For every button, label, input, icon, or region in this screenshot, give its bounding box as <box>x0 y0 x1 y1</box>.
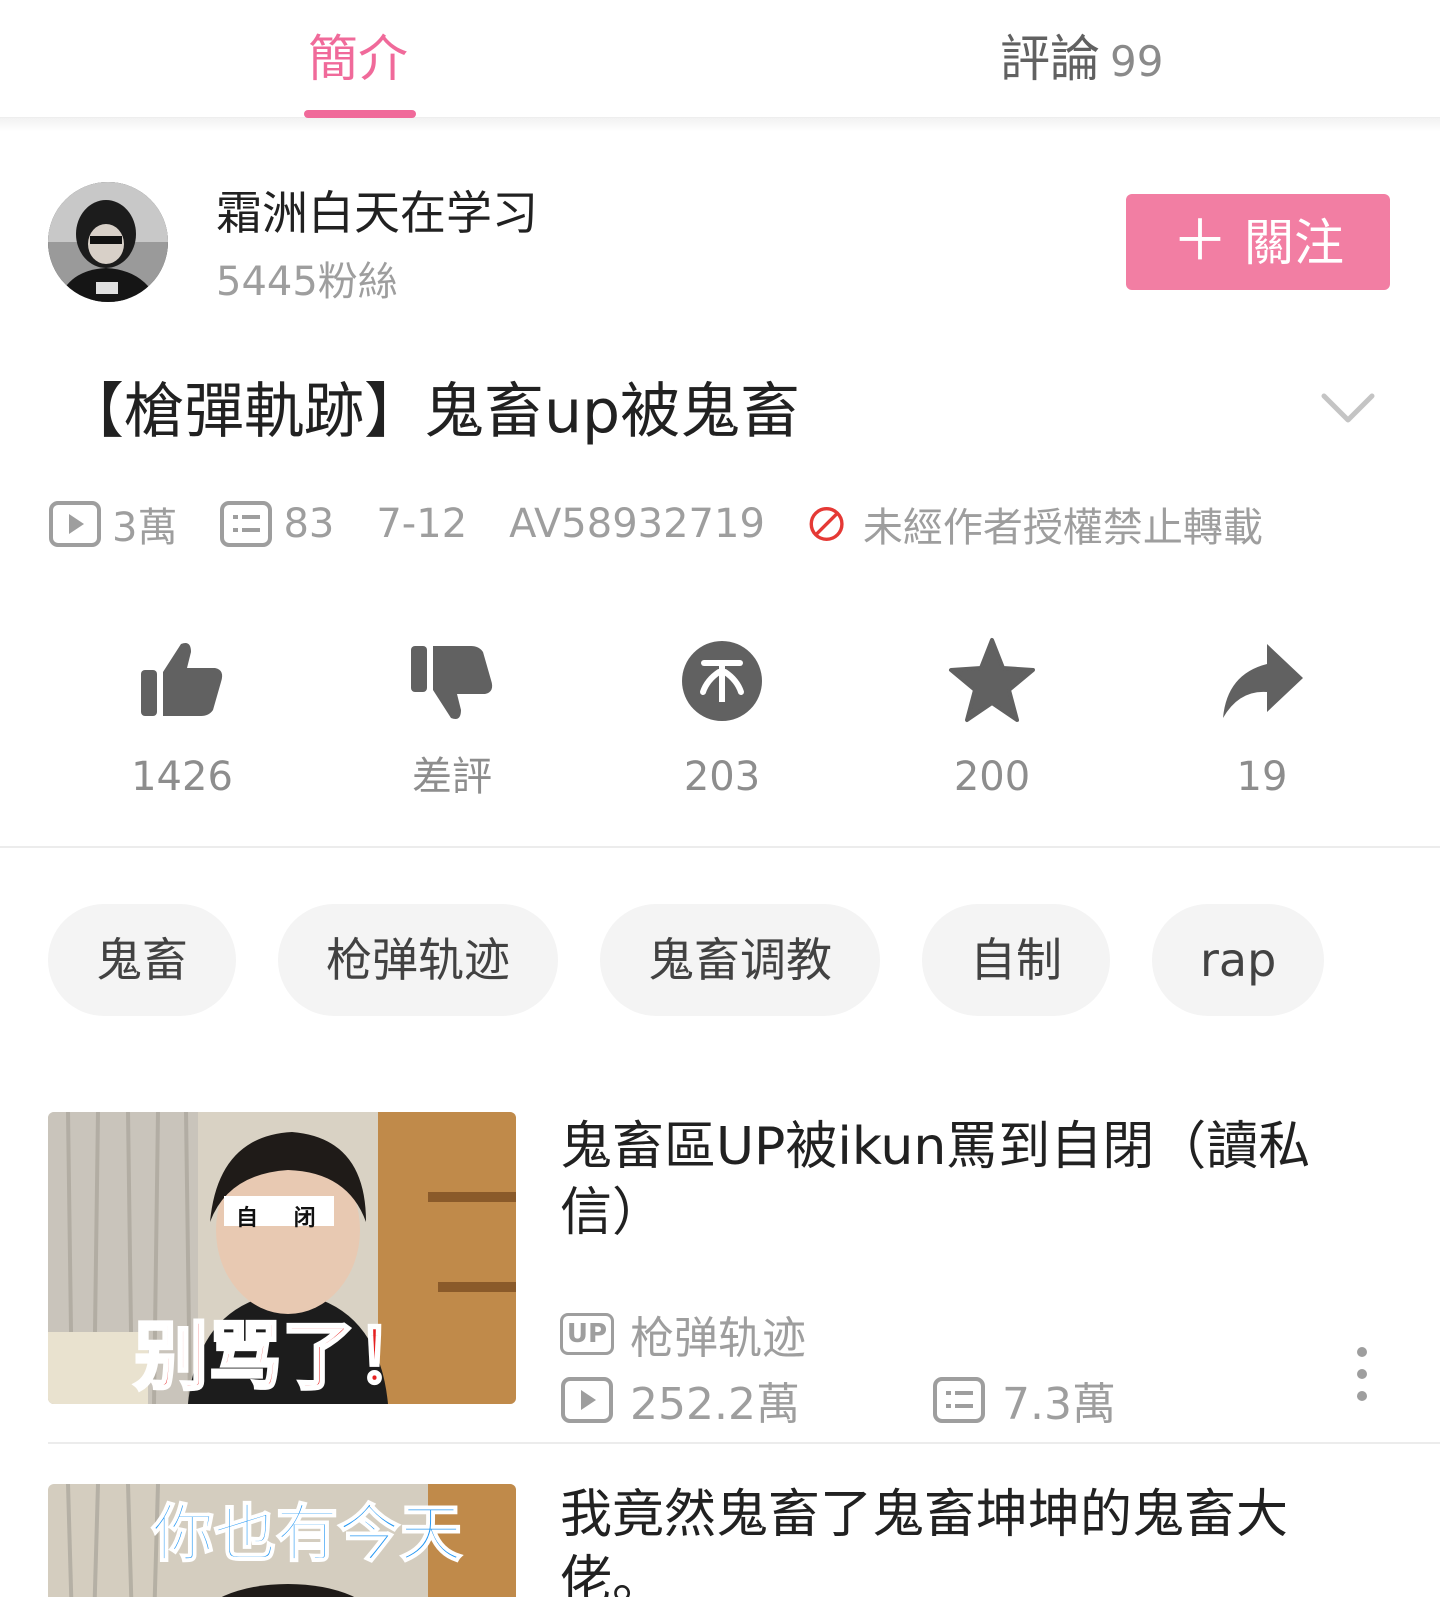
share-icon <box>1223 644 1303 718</box>
more-options-icon[interactable] <box>1350 1346 1374 1402</box>
related-video-item[interactable]: 你也有今天 我竟然鬼畜了鬼畜坤坤的鬼畜大佬。 <box>48 1484 1440 1597</box>
copyright-notice: 未經作者授權禁止轉載 <box>807 495 1263 553</box>
video-thumbnail[interactable]: 自 闭 别骂了！ <box>48 1112 516 1404</box>
thumb-caption-top: 自 闭 <box>236 1206 330 1231</box>
like-count: 1426 <box>131 754 233 800</box>
section-divider <box>0 846 1440 848</box>
plus-icon: ＋ <box>1172 209 1228 274</box>
coin-count: 203 <box>683 754 761 800</box>
danmaku-count: 83 <box>219 500 334 548</box>
prohibited-icon <box>809 506 844 542</box>
chevron-down-icon[interactable] <box>1318 384 1378 432</box>
tab-bar: 簡介 評論 99 <box>0 0 1440 118</box>
like-button[interactable]: 1426 <box>82 636 282 802</box>
thumb-caption: 你也有今天 <box>151 1497 463 1571</box>
related-video-title[interactable]: 鬼畜區UP被ikun罵到自閉（讀私信） <box>560 1114 1380 1246</box>
related-video-item[interactable]: 自 闭 别骂了！ 鬼畜區UP被ikun罵到自閉（讀私信） UP 枪弹轨迹 252… <box>48 1112 1440 1430</box>
uploader-row[interactable]: UP 枪弹轨迹 <box>560 1302 806 1366</box>
share-button[interactable]: 19 <box>1162 636 1362 802</box>
tab-comments[interactable]: 評論 99 <box>1000 26 1163 95</box>
action-bar: 1426 差評 203 200 19 <box>0 636 1440 800</box>
play-icon <box>561 1377 613 1423</box>
list-divider <box>48 1442 1440 1444</box>
follow-label: 關注 <box>1244 214 1344 272</box>
video-title: 【槍彈軌跡】鬼畜up被鬼畜 <box>64 377 801 447</box>
comments-count: 99 <box>1110 37 1164 86</box>
view-count-text: 3萬 <box>112 505 178 551</box>
share-count: 19 <box>1236 754 1288 800</box>
coin-button[interactable]: 203 <box>622 636 822 802</box>
up-badge: UP <box>560 1313 614 1355</box>
danmaku-count-text: 83 <box>283 501 335 547</box>
tab-comments-label: 評論 <box>1000 30 1100 88</box>
fans-count: 5445粉絲 <box>216 259 398 305</box>
related-video-title[interactable]: 我竟然鬼畜了鬼畜坤坤的鬼畜大佬。 <box>560 1482 1380 1597</box>
danmaku-icon <box>220 501 273 547</box>
uploader-name[interactable]: 霜洲白天在学习 <box>216 182 538 244</box>
av-number: AV58932719 <box>509 501 765 547</box>
tag-chip[interactable]: 鬼畜调教 <box>600 904 880 1016</box>
tab-indicator <box>304 110 416 118</box>
related-danmaku: 7.3萬 <box>932 1368 1116 1432</box>
tab-shadow <box>0 118 1440 132</box>
copyright-text: 未經作者授權禁止轉載 <box>862 505 1263 551</box>
dislike-label: 差評 <box>412 754 492 800</box>
related-danmaku-text: 7.3萬 <box>1002 1379 1116 1430</box>
video-thumbnail[interactable]: 你也有今天 <box>48 1484 516 1597</box>
related-views: 252.2萬 <box>560 1368 932 1432</box>
thumbs-down-icon <box>411 646 493 719</box>
play-icon <box>49 501 101 547</box>
star-icon <box>949 638 1035 722</box>
coin-icon <box>682 641 762 721</box>
stat-row: 252.2萬 7.3萬 <box>560 1368 1116 1432</box>
dislike-button[interactable]: 差評 <box>352 636 552 802</box>
tag-chip[interactable]: rap <box>1152 904 1325 1016</box>
related-uploader: 枪弹轨迹 <box>630 1313 806 1364</box>
uploader-avatar[interactable] <box>48 182 168 302</box>
related-views-text: 252.2萬 <box>630 1379 800 1430</box>
video-meta: 3萬 83 7-12 AV58932719 未經作者授權禁止轉載 <box>48 496 1263 552</box>
favorite-count: 200 <box>953 754 1031 800</box>
tag-chip[interactable]: 鬼畜 <box>48 904 236 1016</box>
tag-list: 鬼畜 枪弹轨迹 鬼畜调教 自制 rap <box>48 904 1366 1016</box>
publish-date: 7-12 <box>376 501 468 547</box>
danmaku-icon <box>933 1377 985 1423</box>
tab-intro[interactable]: 簡介 <box>308 26 408 92</box>
thumb-caption: 别骂了！ <box>133 1313 432 1402</box>
follow-button[interactable]: ＋ 關注 <box>1126 194 1390 290</box>
tag-chip[interactable]: 自制 <box>922 904 1110 1016</box>
view-count: 3萬 <box>48 495 177 553</box>
favorite-button[interactable]: 200 <box>892 636 1092 802</box>
thumbs-up-icon <box>141 643 223 716</box>
tag-chip[interactable]: 枪弹轨迹 <box>278 904 558 1016</box>
